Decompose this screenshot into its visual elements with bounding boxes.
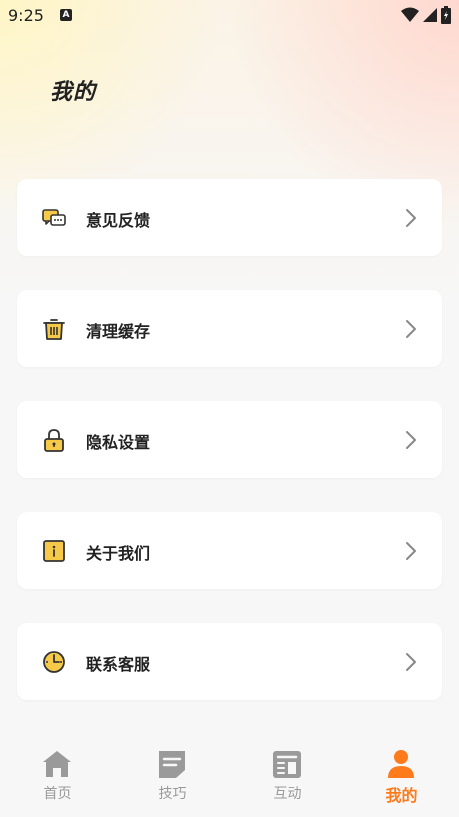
tab-home[interactable]: 首页 — [0, 738, 115, 817]
menu-item-label: 联系客服 — [86, 655, 151, 674]
tab-interaction[interactable]: 互动 — [230, 738, 345, 817]
lock-icon — [44, 429, 64, 452]
clock-icon — [43, 651, 65, 673]
menu-item-privacy[interactable]: 隐私设置 — [17, 401, 442, 478]
menu-item-label: 关于我们 — [86, 544, 151, 563]
chevron-right-icon — [406, 542, 416, 560]
chevron-right-icon — [406, 320, 416, 338]
status-time: 9:25 — [8, 6, 44, 25]
menu-item-label: 隐私设置 — [86, 433, 151, 452]
trash-bin-icon — [43, 319, 65, 340]
menu-item-customer-service[interactable]: 联系客服 — [17, 623, 442, 700]
notification-badge: A — [60, 9, 72, 21]
news-icon — [273, 751, 301, 778]
bottom-tab-bar: 首页 技巧 互动 我的 — [0, 738, 459, 817]
wifi-icon — [401, 7, 419, 22]
menu-item-about[interactable]: 关于我们 — [17, 512, 442, 589]
home-icon — [43, 751, 71, 777]
tab-label: 互动 — [273, 786, 302, 802]
chevron-right-icon — [406, 653, 416, 671]
tab-tips[interactable]: 技巧 — [115, 738, 230, 817]
menu-item-clear-cache[interactable]: 清理缓存 — [17, 290, 442, 367]
chevron-right-icon — [406, 431, 416, 449]
tab-mine[interactable]: 我的 — [344, 738, 459, 817]
info-icon — [43, 540, 65, 562]
tab-label: 技巧 — [158, 786, 187, 802]
feedback-chat-icon — [42, 209, 66, 226]
signal-icon — [423, 8, 437, 22]
status-bar: 9:25 A — [0, 0, 459, 32]
notes-icon — [159, 751, 185, 778]
system-icons — [401, 6, 451, 24]
tab-label: 首页 — [43, 786, 72, 802]
menu-item-label: 意见反馈 — [86, 211, 151, 230]
tab-label: 我的 — [385, 786, 418, 805]
battery-icon — [441, 6, 451, 24]
person-icon — [388, 750, 414, 778]
page-title: 我的 — [50, 80, 97, 105]
menu-item-feedback[interactable]: 意见反馈 — [17, 179, 442, 256]
menu-item-label: 清理缓存 — [86, 322, 151, 341]
chevron-right-icon — [406, 209, 416, 227]
